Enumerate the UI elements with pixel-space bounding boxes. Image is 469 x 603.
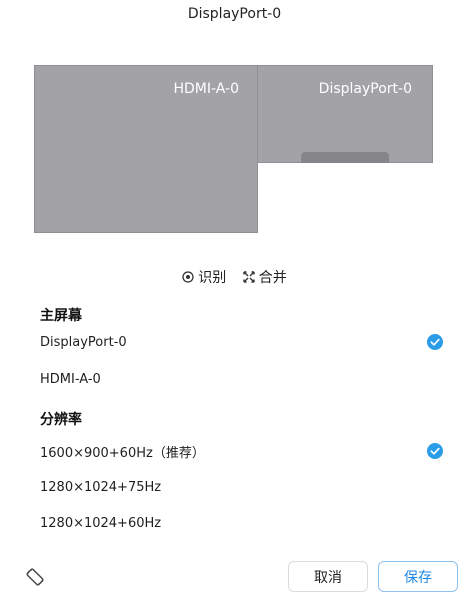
primary-option-displayport-0[interactable]: DisplayPort-0 xyxy=(0,328,469,356)
monitor-label: DisplayPort-0 xyxy=(318,81,412,97)
resolution-option-1280x1024-75[interactable]: 1280×1024+75Hz xyxy=(0,473,469,501)
merge-button[interactable]: 合并 xyxy=(243,267,287,287)
primary-screen-title: 主屏幕 xyxy=(40,308,82,324)
display-actions: 识别 合并 xyxy=(0,267,469,287)
window-title: DisplayPort-0 xyxy=(187,6,282,22)
resolution-option-1600x900-60[interactable]: 1600×900+60Hz（推荐） xyxy=(0,437,469,465)
merge-icon xyxy=(243,271,255,283)
monitor-label: HDMI-A-0 xyxy=(173,81,240,97)
option-label: DisplayPort-0 xyxy=(40,334,127,350)
rotate-screen-icon[interactable] xyxy=(24,566,46,588)
option-label: 1280×1024+60Hz xyxy=(40,515,162,531)
identify-icon xyxy=(182,271,194,283)
monitor-displayport-0[interactable]: DisplayPort-0 xyxy=(257,65,433,163)
identify-button[interactable]: 识别 xyxy=(182,267,226,287)
identify-label: 识别 xyxy=(198,270,227,286)
option-label: 1280×1024+75Hz xyxy=(40,479,162,495)
merge-label: 合并 xyxy=(258,270,287,286)
save-button[interactable]: 保存 xyxy=(378,561,458,592)
dock-indicator xyxy=(301,152,389,163)
resolution-title: 分辨率 xyxy=(40,412,82,428)
check-icon xyxy=(427,334,443,350)
option-label: 1600×900+60Hz（推荐） xyxy=(40,445,205,461)
monitor-hdmi-a-0[interactable]: HDMI-A-0 xyxy=(34,65,258,233)
primary-option-hdmi-a-0[interactable]: HDMI-A-0 xyxy=(0,365,469,393)
option-label: HDMI-A-0 xyxy=(40,371,101,387)
check-icon xyxy=(427,443,443,459)
resolution-option-1280x1024-60[interactable]: 1280×1024+60Hz xyxy=(0,509,469,537)
cancel-button[interactable]: 取消 xyxy=(288,561,368,592)
